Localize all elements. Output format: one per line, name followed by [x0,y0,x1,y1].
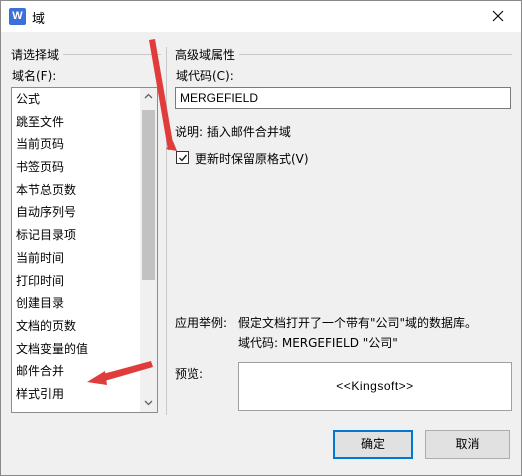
list-item[interactable]: 跳至文件 [12,111,140,134]
title-bar: W 域 [1,1,521,32]
panel-divider [166,47,167,415]
list-item[interactable]: 当前时间 [12,247,140,270]
preview-label: 预览: [175,367,204,381]
keep-format-label[interactable]: 更新时保留原格式(V) [195,150,309,167]
list-item[interactable]: 书签页码 [12,156,140,179]
field-description: 说明: 插入邮件合并域 [175,125,291,139]
field-list: 公式 跳至文件 当前页码 书签页码 本节总页数 自动序列号 标记目录项 当前时间… [12,88,140,406]
scroll-up-button[interactable] [140,88,157,105]
scroll-thumb[interactable] [142,110,155,280]
dialog-title: 域 [32,12,46,27]
example-text: 假定文档打开了一个带有"公司"域的数据库。 [238,316,478,330]
list-item-selected[interactable]: 邮件合并 [12,360,140,383]
list-item[interactable]: 标记目录项 [12,224,140,247]
keep-format-checkbox[interactable] [176,151,189,164]
chevron-up-icon [144,93,153,99]
list-item[interactable]: 自动序列号 [12,201,140,224]
cancel-button[interactable]: 取消 [425,430,510,459]
preview-box: <<Kingsoft>> [238,362,512,411]
field-name-listbox[interactable]: 公式 跳至文件 当前页码 书签页码 本节总页数 自动序列号 标记目录项 当前时间… [11,87,158,413]
list-scrollbar[interactable] [140,88,157,412]
list-item[interactable]: 文档的页数 [12,315,140,338]
scroll-down-button[interactable] [140,395,157,412]
list-item[interactable]: 创建目录 [12,292,140,315]
chevron-down-icon [144,400,153,406]
example-code: 域代码: MERGEFIELD "公司" [238,336,398,350]
field-code-input[interactable]: MERGEFIELD [175,87,511,109]
ok-button[interactable]: 确定 [333,430,413,459]
list-item[interactable]: 文档变量的值 [12,338,140,361]
wps-writer-icon: W [9,8,26,25]
checkmark-icon [179,154,188,162]
example-label: 应用举例: [175,316,228,330]
left-group-title: 请选择域 [11,46,64,63]
close-button[interactable] [475,1,521,32]
list-item[interactable]: 当前页码 [12,133,140,156]
close-icon [492,10,504,22]
field-code-label: 域代码(C): [176,69,234,83]
list-item[interactable]: 样式引用 [12,383,140,406]
list-item[interactable]: 本节总页数 [12,179,140,202]
field-dialog: W 域 请选择域 域名(F): 公式 跳至文件 当前页码 书签页码 本节总页数 … [0,0,522,476]
list-item[interactable]: 打印时间 [12,270,140,293]
field-name-label: 域名(F): [12,69,57,83]
list-item[interactable]: 公式 [12,88,140,111]
right-group-title: 高级域属性 [175,46,240,63]
